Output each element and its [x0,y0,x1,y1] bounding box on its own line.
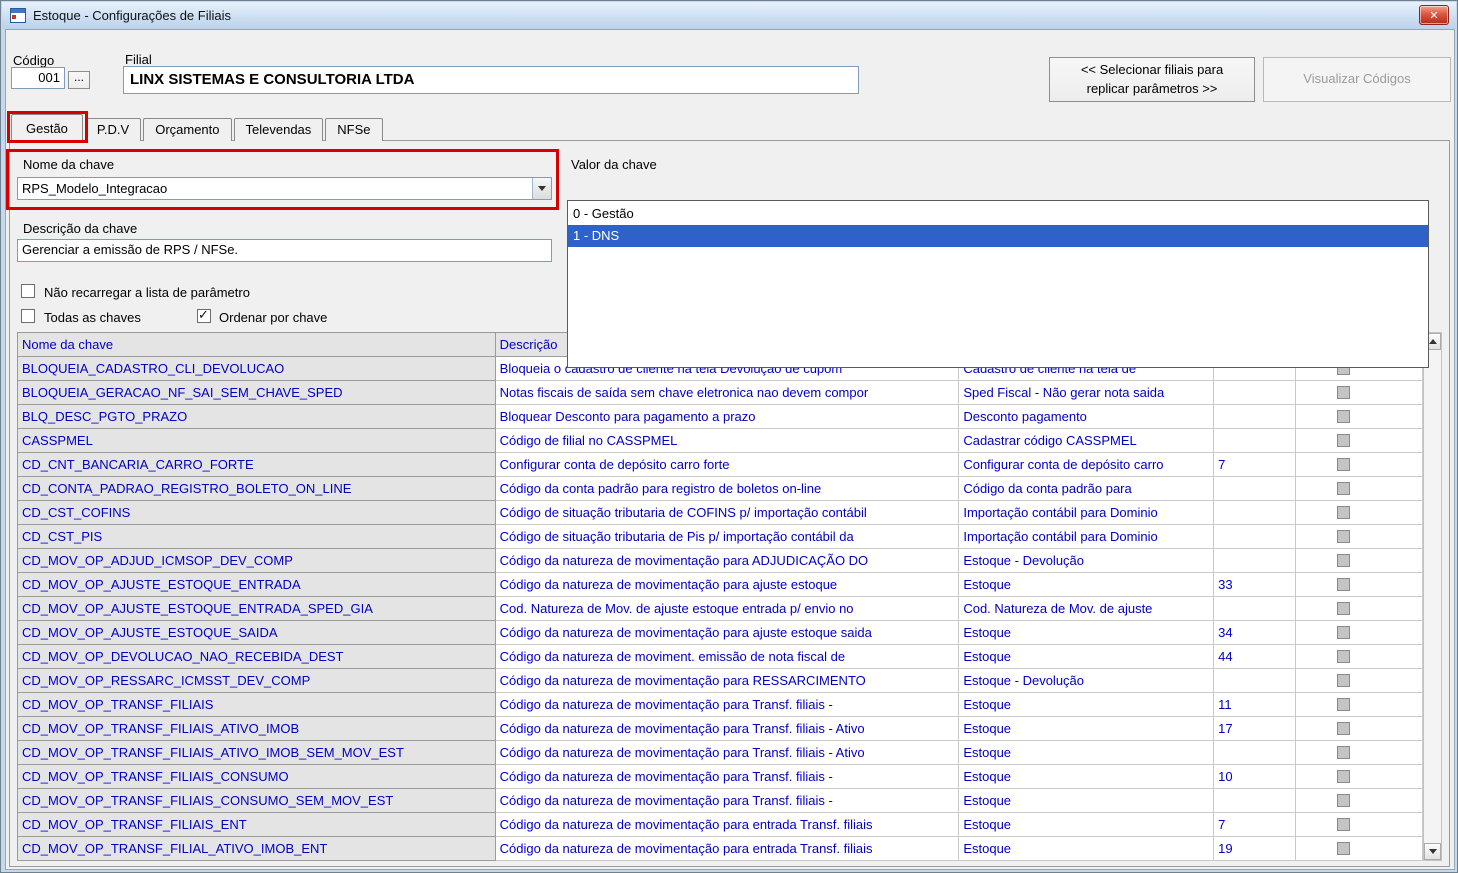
replicar-line1: << Selecionar filiais para [1080,61,1224,77]
browse-button[interactable]: ... [68,70,90,89]
dropdown-option[interactable]: 1 - DNS [568,225,1428,247]
tab-orcamento[interactable]: Orçamento [143,118,232,141]
replicar-parametros-button[interactable]: << Selecionar filiais para replicar parâ… [1049,57,1255,102]
replicar-line2: replicar parâmetros >> [1086,80,1218,96]
filial-field[interactable]: LINX SISTEMAS E CONSULTORIA LTDA [123,66,859,94]
window: Estoque - Configurações de Filiais ✕ Cód… [0,0,1458,873]
close-icon: ✕ [1429,9,1439,22]
filial-label: Filial [125,52,152,67]
dropdown-option[interactable]: 0 - Gestão [568,203,1428,225]
app-icon [10,8,26,23]
tab-pdv[interactable]: P.D.V [84,118,142,141]
close-button[interactable]: ✕ [1419,5,1449,25]
title-bar[interactable]: Estoque - Configurações de Filiais [2,2,1456,29]
tab-televendas[interactable]: Televendas [233,118,324,141]
tab-bar: Gestão P.D.V Orçamento Televendas NFSe [11,113,385,141]
codigo-label: Código [13,53,55,68]
window-title: Estoque - Configurações de Filiais [33,8,231,23]
tab-gestao[interactable]: Gestão [11,114,83,141]
tab-nfse[interactable]: NFSe [325,118,383,141]
valor-dropdown-list: 0 - Gestão 1 - DNS [567,200,1429,368]
codigo-field[interactable]: 001 [11,67,65,89]
visualizar-codigos-button: Visualizar Códigos [1263,57,1451,102]
